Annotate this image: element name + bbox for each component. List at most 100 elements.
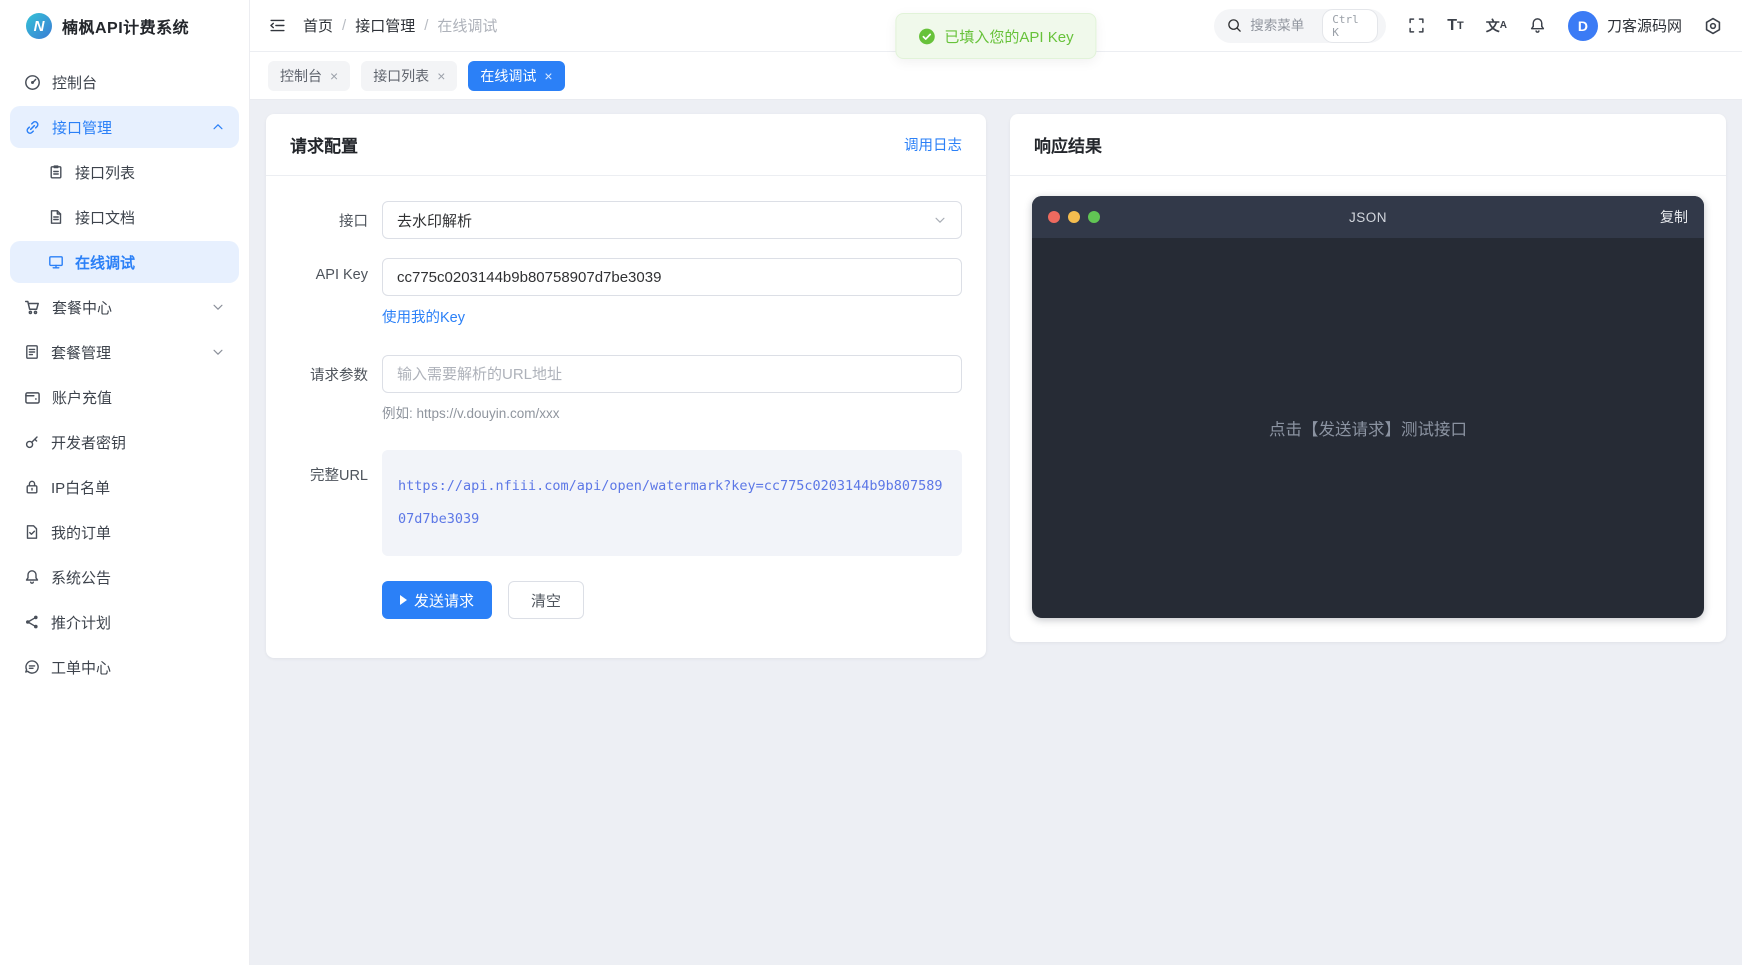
copy-button[interactable]: 复制 [1568,207,1688,227]
success-check-icon [918,28,935,45]
user-menu[interactable]: D 刀客源码网 [1568,11,1682,41]
sidebar-item-api-management[interactable]: 接口管理 [10,106,239,148]
sidebar-item-ticket-center[interactable]: 工单中心 [10,646,239,688]
form-row-api: 接口 去水印解析 [290,201,962,239]
tab-label: 接口列表 [373,66,429,86]
sidebar-item-api-list[interactable]: 接口列表 [10,151,239,193]
breadcrumb-home[interactable]: 首页 [303,15,333,36]
breadcrumb-separator: / [342,17,346,34]
app-logo: N 楠枫API计费系统 [0,0,249,52]
api-select[interactable]: 去水印解析 [382,201,962,239]
sidebar-item-my-orders[interactable]: 我的订单 [10,511,239,553]
main-area: 已填入您的API Key 首页 / 接口管理 / 在线调试 Ctrl K T [250,0,1742,965]
api-key-label: API Key [290,258,382,327]
app-title: 楠枫API计费系统 [62,14,189,38]
sidebar-item-label: 开发者密钥 [51,432,225,453]
sidebar-item-label: 控制台 [52,72,225,93]
translate-latin: A [1500,20,1507,31]
sidebar-item-label: 推介计划 [51,612,225,633]
font-size-icon[interactable]: TT [1447,17,1464,35]
terminal-placeholder-text: 点击【发送请求】测试接口 [1269,416,1467,440]
settings-gear-icon[interactable] [1704,17,1722,35]
api-select-value: 去水印解析 [397,210,472,231]
key-icon [24,434,40,450]
breadcrumb-api-management[interactable]: 接口管理 [355,15,415,36]
success-toast: 已填入您的API Key [895,13,1096,59]
sidebar-item-label: 接口管理 [52,117,200,138]
breadcrumb: 首页 / 接口管理 / 在线调试 [303,15,497,36]
tab-online-debug[interactable]: 在线调试 × [468,61,564,91]
translate-icon[interactable]: 文A [1486,16,1507,36]
search-shortcut-badge: Ctrl K [1322,9,1378,43]
tab-api-list[interactable]: 接口列表 × [361,61,457,91]
tab-label: 控制台 [280,66,322,86]
form-row-params: 请求参数 例如: https://v.douyin.com/xxx [290,355,962,422]
sidebar-item-api-docs[interactable]: 接口文档 [10,196,239,238]
response-card-header: 响应结果 [1010,114,1726,176]
tab-label: 在线调试 [480,66,536,86]
breadcrumb-current: 在线调试 [437,15,497,36]
response-body: JSON 复制 点击【发送请求】测试接口 [1010,176,1726,642]
send-request-button[interactable]: 发送请求 [382,581,492,619]
form-row-actions: 发送请求 清空 [290,556,962,619]
request-config-card: 请求配置 调用日志 接口 去水印解析 A [266,114,986,658]
params-input[interactable] [382,355,962,393]
call-log-link[interactable]: 调用日志 [904,134,962,155]
tabs-bar: 控制台 × 接口列表 × 在线调试 × [250,52,1742,100]
chevron-down-icon [933,213,947,227]
sidebar-item-package-center[interactable]: 套餐中心 [10,286,239,328]
sidebar-item-label: 工单中心 [51,657,225,678]
search-box[interactable]: Ctrl K [1214,9,1386,43]
share-icon [24,614,40,630]
sidebar-item-dashboard[interactable]: 控制台 [10,61,239,103]
sidebar-menu: 控制台 接口管理 接口列表 接口文档 [0,52,249,697]
page-content: 请求配置 调用日志 接口 去水印解析 A [250,100,1742,965]
sidebar-item-label: 我的订单 [51,522,225,543]
header-actions: Ctrl K TT 文A D 刀客源码网 [1214,9,1722,43]
sidebar-item-ip-whitelist[interactable]: IP白名单 [10,466,239,508]
search-icon [1227,18,1242,33]
search-input[interactable] [1250,18,1314,33]
response-result-card: 响应结果 JSON 复制 点击【发送请求】测试接口 [1010,114,1726,642]
clear-button[interactable]: 清空 [508,581,584,619]
response-terminal: JSON 复制 点击【发送请求】测试接口 [1032,196,1704,618]
notification-bell-icon[interactable] [1529,17,1546,34]
send-request-label: 发送请求 [414,590,474,611]
app-logo-icon: N [26,13,52,39]
sidebar-item-label: IP白名单 [51,477,225,498]
sidebar-item-referral-program[interactable]: 推介计划 [10,601,239,643]
toast-message: 已填入您的API Key [944,26,1073,47]
sidebar-item-developer-keys[interactable]: 开发者密钥 [10,421,239,463]
chevron-up-icon [211,120,225,134]
traffic-light-dots [1048,211,1168,223]
order-icon [24,524,40,540]
tab-close-icon[interactable]: × [330,69,338,83]
bell-icon [24,569,40,585]
sidebar-item-system-announcements[interactable]: 系统公告 [10,556,239,598]
clipboard-icon [48,164,64,180]
yellow-dot-icon [1068,211,1080,223]
terminal-format-label: JSON [1168,210,1568,225]
tab-close-icon[interactable]: × [544,69,552,83]
fullscreen-icon[interactable] [1408,17,1425,34]
clear-label: 清空 [531,593,561,610]
full-url-value: https://api.nfiii.com/api/open/watermark… [382,450,962,556]
terminal-body: 点击【发送请求】测试接口 [1032,238,1704,618]
sidebar-item-online-debug[interactable]: 在线调试 [10,241,239,283]
sidebar-collapse-icon[interactable] [268,16,287,35]
lock-icon [24,479,40,495]
sidebar-item-label: 套餐中心 [52,297,200,318]
tab-close-icon[interactable]: × [437,69,445,83]
doc-list-icon [24,344,40,360]
sidebar-item-package-management[interactable]: 套餐管理 [10,331,239,373]
chevron-down-icon [211,300,225,314]
sidebar-item-label: 接口列表 [75,162,225,183]
chevron-down-icon [211,345,225,359]
tab-dashboard[interactable]: 控制台 × [268,61,350,91]
use-my-key-link[interactable]: 使用我的Key [382,306,465,327]
form-row-full-url: 完整URL https://api.nfiii.com/api/open/wat… [290,450,962,556]
sidebar-item-account-recharge[interactable]: 账户充值 [10,376,239,418]
cart-icon [24,299,41,316]
ticket-chat-icon [24,659,40,675]
api-key-input[interactable] [382,258,962,296]
